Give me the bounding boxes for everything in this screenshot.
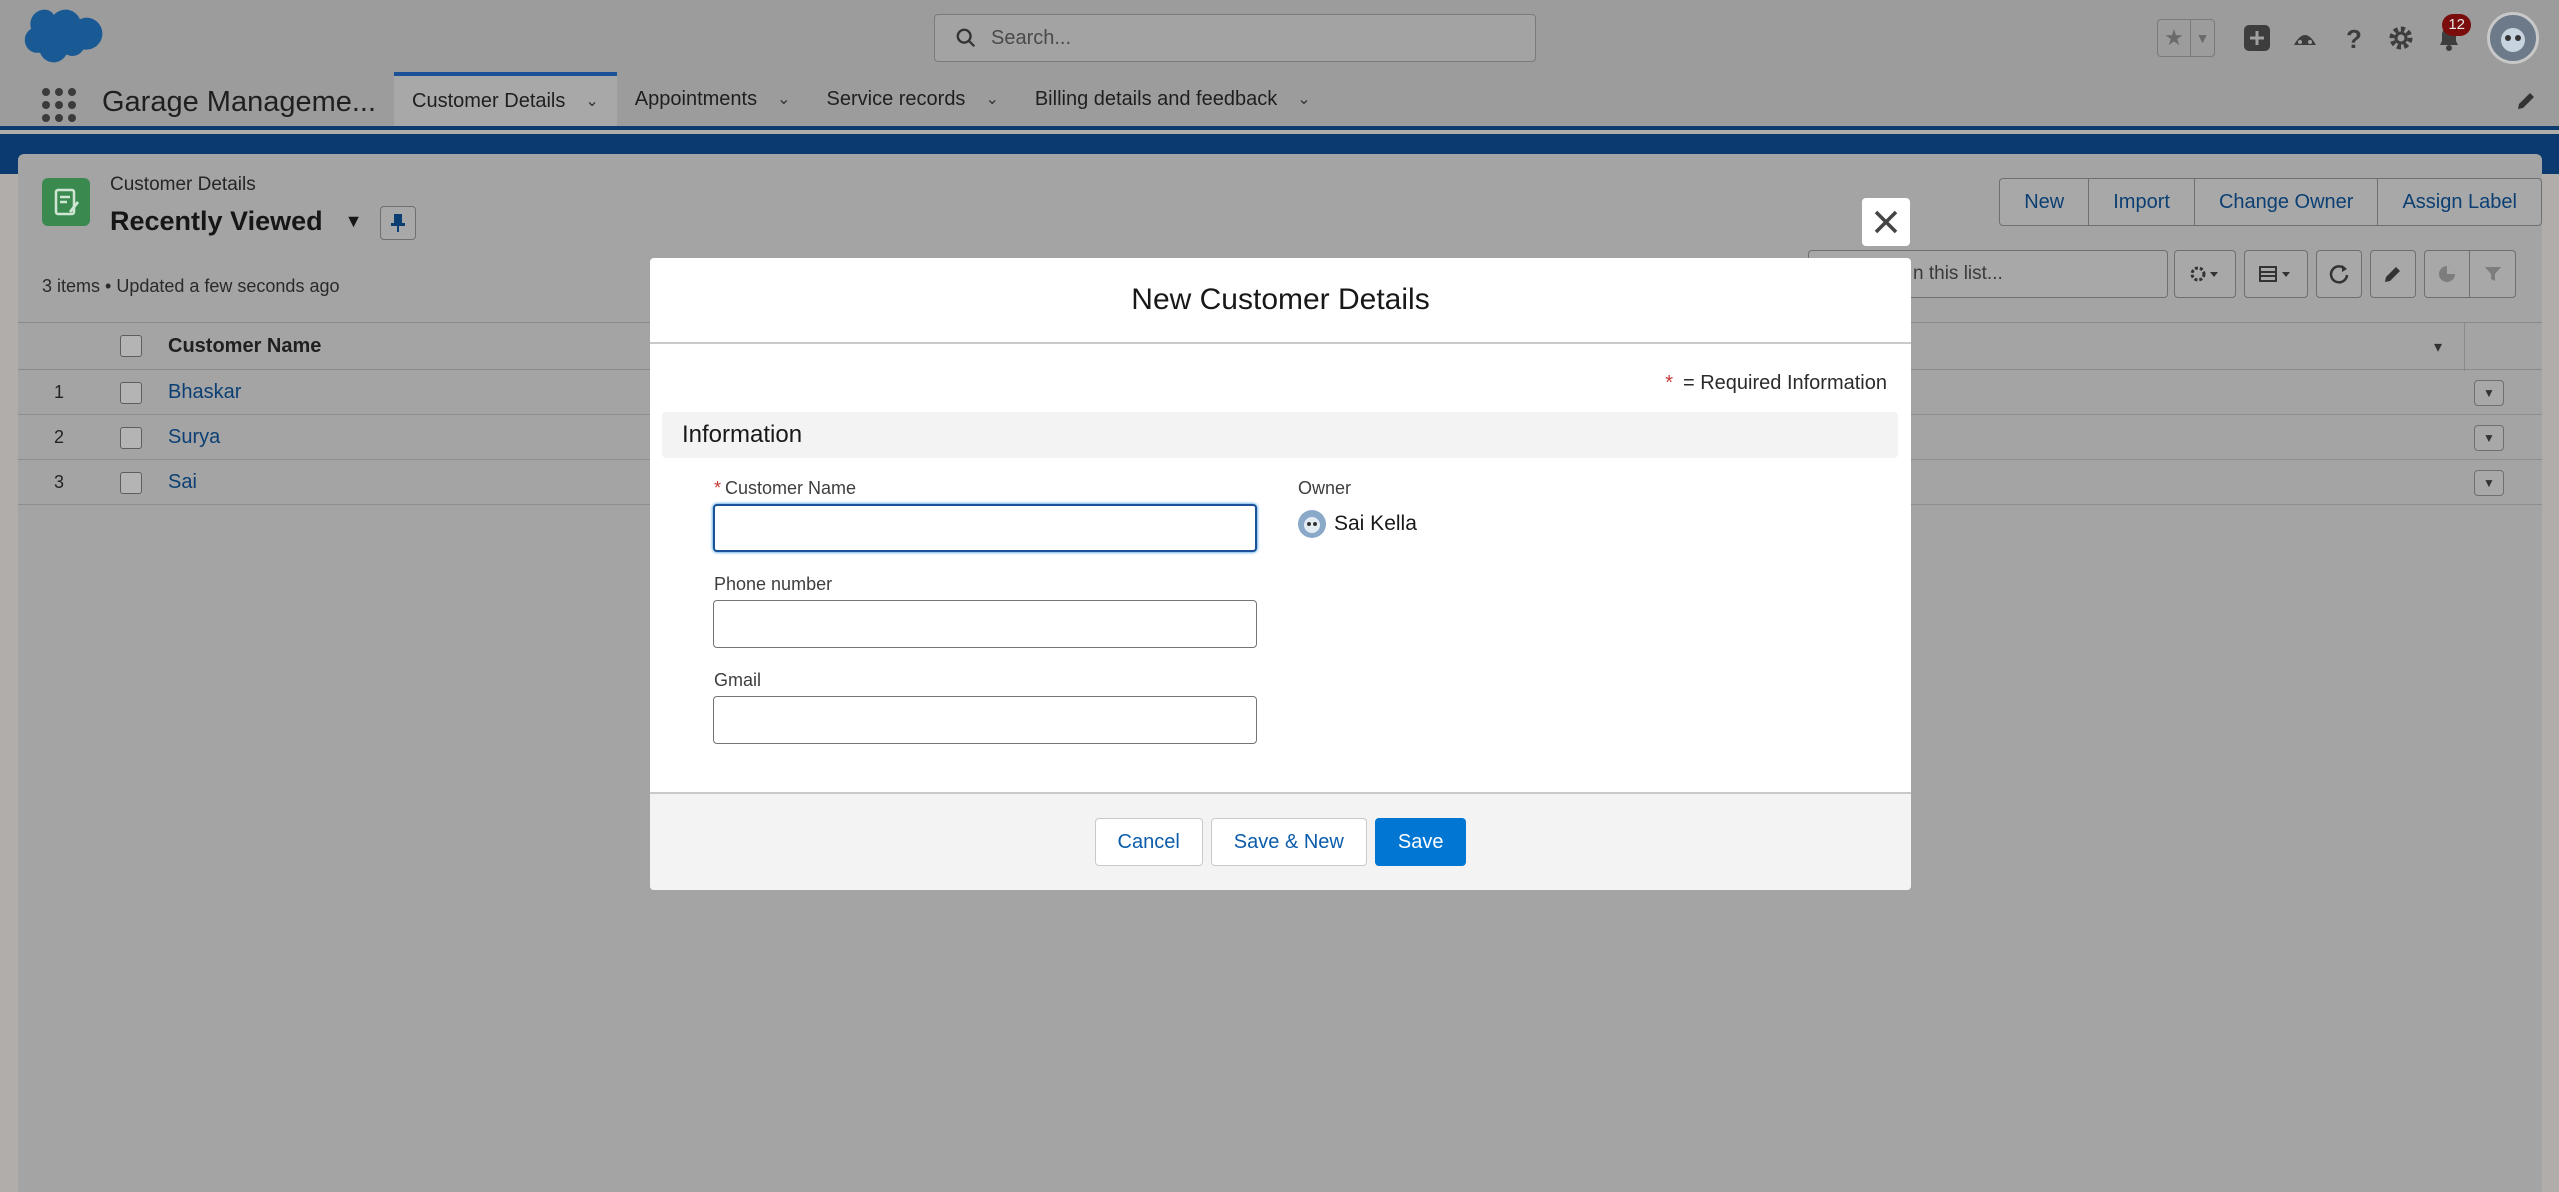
filters-button[interactable] [2470,250,2516,298]
row-number: 2 [54,427,65,447]
customer-name-link[interactable]: Sai [168,471,197,494]
user-avatar[interactable] [2487,12,2539,64]
gear-icon[interactable] [2377,14,2425,62]
customer-details-object-icon [42,178,90,226]
nav-tab-label: Appointments [634,87,758,110]
help-icon[interactable]: ? [2329,14,2377,62]
column-header-customer-name[interactable]: Customer Name [168,335,321,358]
list-action-button[interactable]: Import [2088,179,2194,225]
close-icon [1874,210,1898,234]
app-launcher-icon[interactable] [40,86,78,124]
list-action-button[interactable]: Change Owner [2193,179,2378,225]
inline-edit-button[interactable] [2370,250,2416,298]
salesforce-logo[interactable] [24,8,110,68]
gmail-input[interactable] [713,696,1257,744]
list-view-title: Recently Viewed [110,206,323,236]
chevron-down-icon[interactable]: ⌄ [1297,89,1310,109]
global-header: Search... ★ ▼ ? 12 [0,0,2559,72]
customer-name-label: * Customer Name [714,478,856,499]
star-icon[interactable]: ★ [2158,20,2190,56]
pin-icon [391,214,405,232]
app-name: Garage Manageme... [102,86,377,118]
chevron-down-icon[interactable]: ⌄ [985,89,998,109]
chevron-down-icon[interactable]: ⌄ [777,89,790,109]
close-modal-button[interactable] [1862,198,1910,246]
pin-list-button[interactable] [380,206,416,240]
owner-name: Sai Kella [1334,512,1417,535]
chevron-down-icon[interactable]: ▼ [2190,20,2214,56]
list-actions-group: New Import Change Owner Assign Label [1999,178,2542,226]
nav-tab[interactable]: Service records ⌄ [809,72,1017,126]
owner-avatar [1298,510,1326,538]
caret-down-icon[interactable]: ▼ [345,211,363,232]
required-star: * [1665,372,1673,394]
required-information-note: * = Required Information [1665,372,1887,395]
new-record-modal: New Customer Details * = Required Informa… [650,258,1911,890]
owner-value[interactable]: Sai Kella [1298,510,1417,538]
table-icon [2259,266,2290,282]
row-actions-menu-button[interactable]: ▼ [2474,425,2504,451]
notification-bell-icon[interactable]: 12 [2425,14,2473,62]
row-checkbox[interactable] [120,427,142,449]
nav-tab-label: Customer Details [412,89,566,112]
section-information[interactable]: Information [662,412,1898,458]
modal-footer: Cancel Save & New Save [650,792,1911,890]
list-view-meta: 3 items • Updated a few seconds ago [42,276,340,296]
customer-name-input[interactable] [713,504,1257,552]
trailhead-icon[interactable] [2281,14,2329,62]
object-label: Customer Details [110,174,256,195]
modal-title: New Customer Details [650,258,1911,344]
phone-number-label: Phone number [714,574,833,594]
customer-name-link[interactable]: Bhaskar [168,381,241,404]
column-divider [2464,323,2465,371]
gmail-label: Gmail [714,670,762,690]
nav-tab-label: Billing details and feedback [1034,87,1278,110]
app-nav-bar: Garage Manageme... Customer Details ⌄ Appo… [0,72,2559,130]
global-actions-plus-icon[interactable] [2233,14,2281,62]
row-number: 1 [54,382,65,402]
refresh-button[interactable] [2316,250,2362,298]
svg-text:?: ? [2346,24,2362,53]
row-number: 3 [54,472,65,492]
owner-label: Owner [1298,478,1352,498]
nav-tab[interactable]: Billing details and feedback ⌄ [1017,72,1329,126]
gear-icon [2190,266,2218,282]
list-action-button[interactable]: Assign Label [2377,179,2541,225]
list-settings-button[interactable] [2174,250,2236,298]
required-star: * [714,478,722,498]
edit-nav-pencil-icon[interactable] [2515,90,2537,112]
list-action-button[interactable]: New [2000,179,2088,225]
filter-icon [2484,267,2501,281]
notification-count-badge: 12 [2442,14,2471,36]
global-search-input[interactable]: Search... [934,14,1536,62]
search-icon [956,28,976,48]
favorites-group[interactable]: ★ ▼ [2157,19,2215,57]
chevron-down-icon[interactable]: ⌄ [585,91,598,111]
nav-tab-label: Service records [826,87,966,110]
row-checkbox[interactable] [120,472,142,494]
select-all-checkbox[interactable] [120,335,142,357]
column-menu-chevron-icon[interactable]: ▾ [2434,337,2442,357]
pie-chart-icon [2439,266,2455,282]
required-note-text: = Required Information [1682,372,1887,394]
nav-tab[interactable]: Customer Details ⌄ [394,72,617,126]
pencil-icon [2385,267,2400,282]
nav-tab[interactable]: Appointments ⌄ [617,72,809,126]
customer-name-link[interactable]: Surya [168,426,220,449]
save-and-new-button[interactable]: Save & New [1210,818,1367,866]
charts-button[interactable] [2424,250,2470,298]
row-actions-menu-button[interactable]: ▼ [2474,380,2504,406]
customer-name-label-text: Customer Name [725,478,857,498]
display-as-button[interactable] [2244,250,2308,298]
cancel-button[interactable]: Cancel [1094,818,1203,866]
save-button[interactable]: Save [1374,818,1467,866]
search-placeholder: Search... [991,26,1072,49]
list-view-selector[interactable]: Recently Viewed ▼ [110,206,362,237]
list-search-placeholder: n this list... [1913,263,2003,284]
refresh-icon [2329,265,2349,284]
row-actions-menu-button[interactable]: ▼ [2474,470,2504,496]
row-checkbox[interactable] [120,382,142,404]
phone-number-input[interactable] [713,600,1257,648]
